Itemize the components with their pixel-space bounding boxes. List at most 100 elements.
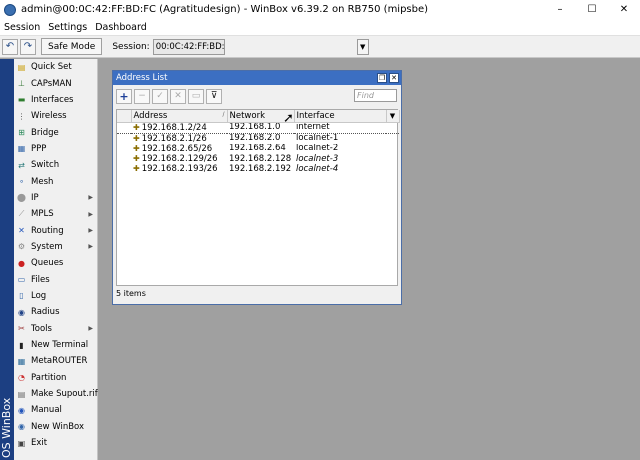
address-list-window: Address List ❐ ✕ + − ✓ ✕ ▭ ⊽ Find Addres… [112,70,402,305]
close-window-icon[interactable]: ✕ [389,73,399,83]
sidebar-item-label: MetaROUTER [31,356,88,367]
window-title: admin@00:0C:42:FF:BD:FC (Agratitudesign)… [21,4,429,15]
brand-strip: OS WinBox [0,59,14,460]
sidebar-item-label: MPLS [31,209,54,220]
address-list-titlebar[interactable]: Address List ❐ ✕ [113,71,401,85]
remove-icon[interactable]: − [134,88,150,104]
bridge-icon: ⊞ [18,128,25,138]
manual-icon: ◉ [18,405,25,415]
sidebar-item-new-terminal[interactable]: ▮ New Terminal [14,337,97,353]
cell-address: ✚ 192.168.1.2/24 [131,121,227,134]
sidebar-item-radius[interactable]: ◉ Radius [14,304,97,320]
sidebar-item-switch[interactable]: ⇄ Switch [14,157,97,173]
sidebar-item-partition[interactable]: ◔ Partition [14,370,97,386]
mpls-icon: ⟋ [18,209,25,219]
row-end [386,133,399,144]
sidebar-item-quick-set[interactable]: ▤ Quick Set [14,59,97,75]
cell-interface: internet [294,121,386,134]
sidebar-item-make-supout-rif[interactable]: ▤ Make Supout.rif [14,386,98,402]
safe-mode-button[interactable]: Safe Mode [41,38,103,55]
comment-icon[interactable]: ▭ [188,88,204,104]
address-table: Address / Network Interface ▼ ✚ 192.168.1.… [116,109,400,286]
row-spacer [117,154,131,164]
session-field: 00:0C:42:FF:BD:FC [152,38,225,55]
table-row[interactable]: ✚ 192.168.2.65/26 192.168.2.64 localnet-2 [117,144,399,154]
menu-session[interactable]: Session [0,22,44,33]
sidebar-item-label: Tools [31,323,52,334]
maximize-button[interactable]: ☐ [576,0,608,19]
undo-icon[interactable]: ↶ [2,38,18,55]
find-input[interactable]: Find [354,89,397,102]
sidebar-item-bridge[interactable]: ⊞ Bridge [14,124,97,140]
redo-icon[interactable]: ↷ [20,38,36,55]
filter-icon[interactable]: ⊽ [206,88,222,104]
table-row[interactable]: ✚ 192.168.2.129/26 192.168.2.128 localnet-3 [117,154,399,164]
log-icon: ▯ [19,291,24,301]
sidebar-item-system[interactable]: ⚙ System ▶ [14,239,97,255]
queues-icon: ● [18,258,25,268]
cell-address: ✚ 192.168.2.65/26 [131,144,227,154]
sidebar-item-interfaces[interactable]: ▬ Interfaces [14,92,97,108]
sidebar-item-label: Manual [31,405,62,416]
session-label: Session: [112,41,150,52]
sidebar-item-tools[interactable]: ✂ Tools ▶ [14,321,97,337]
table-row[interactable]: ✚ 192.168.2.193/26 192.168.2.192 localnet-4 [117,164,399,174]
sort-icon: / [222,110,225,118]
table-row[interactable]: ✚ 192.168.2.1/26 192.168.2.0 localnet-1 [117,133,399,144]
enable-icon[interactable]: ✓ [152,88,168,104]
column-address[interactable]: Address / [131,110,228,123]
menu-settings[interactable]: Settings [44,22,91,33]
sidebar-item-routing[interactable]: ✕ Routing ▶ [14,222,97,238]
table-row[interactable]: ✚ 192.168.1.2/24 192.168.1.0 internet [117,121,399,134]
sidebar-item-manual[interactable]: ◉ Manual [14,402,97,418]
files-icon: ▭ [17,275,26,285]
cell-network: 192.168.2.192 [229,164,292,174]
address-list-title: Address List [116,73,168,83]
column-spacer [117,110,132,123]
sidebar-item-ppp[interactable]: ▦ PPP [14,141,97,157]
sidebar-item-metarouter[interactable]: ▦ MetaROUTER [14,353,97,369]
ip-icon: ⬤ [17,193,26,203]
sidebar-item-exit[interactable]: ▣ Exit [14,435,97,451]
sidebar-item-mesh[interactable]: ∘ Mesh [14,173,97,189]
terminal-icon: ▮ [19,340,24,350]
sidebar-item-label: Bridge [31,127,59,138]
sidebar-item-mpls[interactable]: ⟋ MPLS ▶ [14,206,97,222]
winbox-app-icon [4,3,16,16]
cell-address: ✚ 192.168.2.193/26 [131,164,227,174]
sidebar-item-wireless[interactable]: ⋮ Wireless [14,108,97,124]
row-spacer [117,121,131,134]
sidebar-item-ip[interactable]: ⬤ IP ▶ [14,190,97,206]
cell-interface: localnet-3 [296,154,339,164]
interfaces-icon: ▬ [17,95,26,105]
session-dropdown-icon[interactable]: ▼ [356,38,369,55]
minimize-button[interactable]: – [544,0,576,19]
disable-icon[interactable]: ✕ [170,88,186,104]
sidebar-item-label: Mesh [31,176,54,187]
row-spacer [117,164,131,174]
exit-icon: ▣ [17,438,26,448]
menu-bar: Session Settings Dashboard [0,19,640,36]
sidebar-item-new-winbox[interactable]: ◉ New WinBox [14,419,97,435]
restore-window-icon[interactable]: ❐ [377,73,387,83]
wireless-icon: ⋮ [17,111,26,121]
sidebar-item-label: System [31,241,63,252]
brand-text: OS WinBox [0,397,13,458]
window-controls: – ☐ ✕ [544,0,640,19]
column-chooser-icon[interactable]: ▼ [386,110,400,123]
address-value: 192.168.2.1/26 [141,133,207,144]
address-icon: ✚ [133,154,140,164]
close-button[interactable]: ✕ [608,0,640,19]
cell-address: ✚ 192.168.2.1/26 [131,133,227,144]
sidebar-item-queues[interactable]: ● Queues [14,255,97,271]
sidebar-item-files[interactable]: ▭ Files [14,271,97,287]
sidebar-item-label: Wireless [31,111,67,122]
column-interface[interactable]: Interface [294,110,387,123]
submenu-arrow-icon: ▶ [88,194,93,202]
sidebar-item-capsman[interactable]: ⊥ CAPsMAN [14,75,97,91]
sidebar-item-label: IP [31,192,39,203]
menu-dashboard[interactable]: Dashboard [91,22,151,33]
sidebar-item-label: Exit [31,438,48,449]
add-icon[interactable]: + [116,88,132,104]
sidebar-item-log[interactable]: ▯ Log [14,288,97,304]
